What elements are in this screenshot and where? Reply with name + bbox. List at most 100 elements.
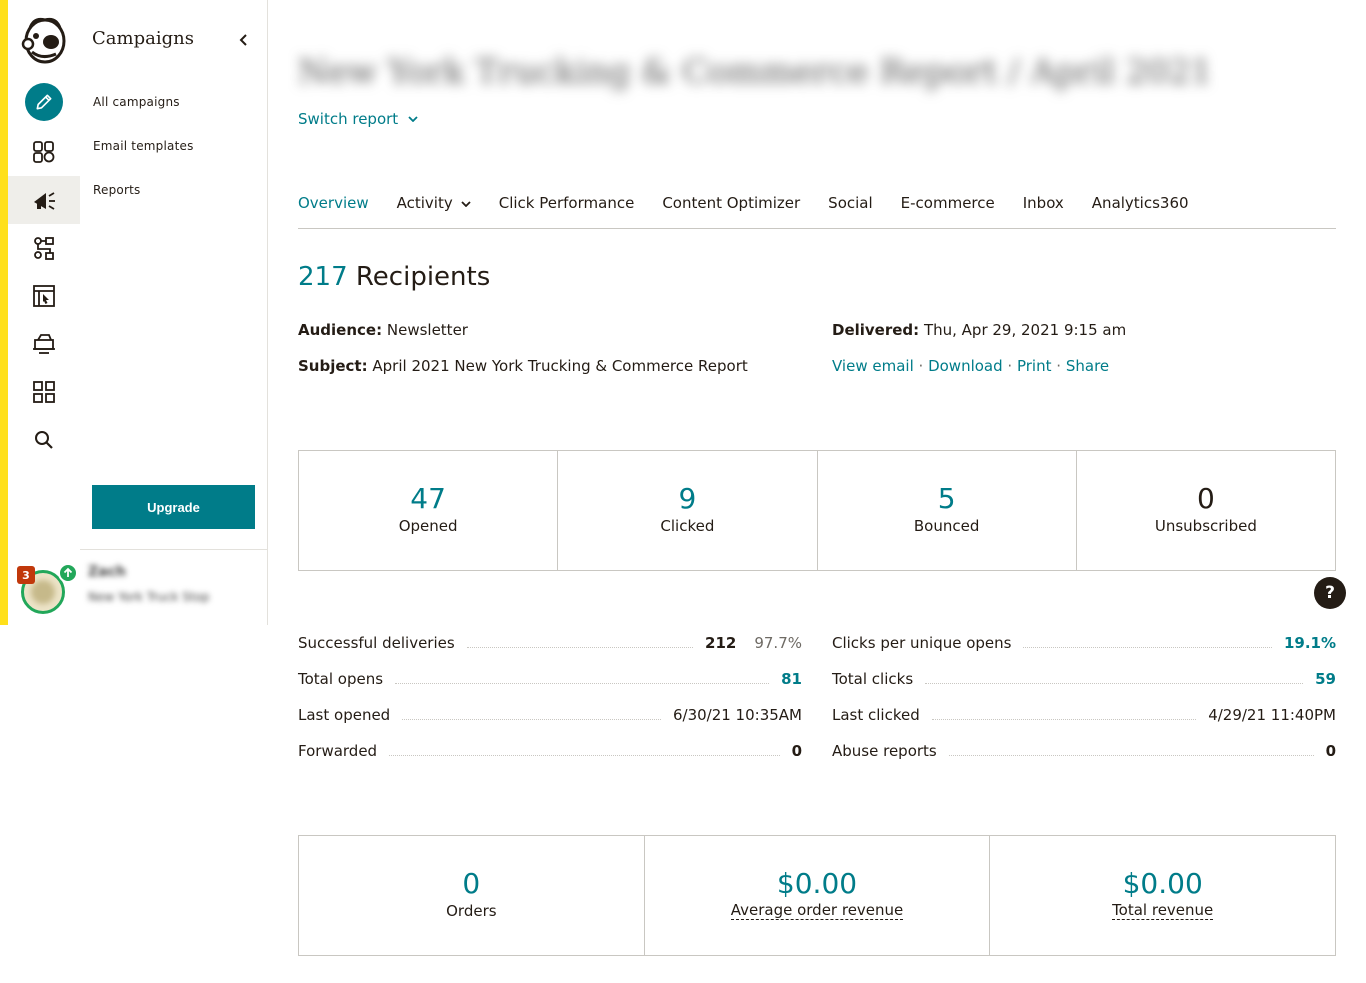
stat-label: Bounced (913, 516, 980, 535)
help-button[interactable]: ? (1314, 577, 1346, 609)
stat-total-revenue: $0.00 Total revenue (990, 836, 1335, 955)
delivered-label: Delivered: (832, 321, 920, 339)
pencil-icon (36, 94, 52, 110)
stat-label: Unsubscribed (1154, 516, 1257, 535)
subnav-title: Campaigns (92, 28, 194, 49)
detail-key: Abuse reports (832, 742, 937, 760)
dotted-leader (466, 646, 694, 648)
share-link[interactable]: Share (1066, 357, 1109, 375)
account-org: New York Truck Stop (88, 590, 210, 604)
search-icon (35, 431, 53, 449)
recipients-label: Recipients (355, 262, 491, 292)
dotted-leader (389, 754, 780, 756)
detail-value: 4/29/21 11:40PM (1208, 706, 1336, 724)
icon-rail: 3 (0, 0, 80, 625)
detail-key: Successful deliveries (298, 634, 455, 652)
subject-row: Subject: April 2021 New York Trucking & … (298, 357, 748, 375)
stat-label: Opened (398, 516, 458, 535)
ecommerce-stats: 0 Orders $0.00 Average order revenue $0.… (298, 835, 1336, 956)
detail-value[interactable]: 59 (1315, 670, 1336, 688)
detail-key: Total opens (298, 670, 384, 688)
nav-search[interactable] (8, 416, 80, 464)
detail-forwarded: Forwarded 0 (298, 741, 802, 761)
tab-inbox[interactable]: Inbox (1023, 194, 1064, 228)
arrow-up-icon (58, 563, 78, 583)
tab-overview[interactable]: Overview (298, 194, 369, 228)
nav-audience[interactable] (8, 128, 80, 176)
account-avatar-button[interactable]: 3 (17, 563, 78, 616)
view-email-link[interactable]: View email (832, 357, 914, 375)
stat-unsubscribed: 0 Unsubscribed (1077, 451, 1335, 570)
collapse-nav-button[interactable] (234, 30, 252, 50)
nav-campaigns[interactable] (8, 176, 80, 224)
upgrade-button[interactable]: Upgrade (92, 485, 255, 529)
audience-label: Audience: (298, 321, 383, 339)
dotted-leader (1023, 646, 1272, 648)
nav-integrations[interactable] (8, 368, 80, 416)
detail-key: Last clicked (832, 706, 920, 724)
stat-label-tooltip[interactable]: Average order revenue (730, 902, 904, 920)
detail-value: 0 (791, 742, 802, 760)
automations-icon (34, 237, 54, 260)
report-main: New York Trucking & Commerce Report / Ap… (298, 0, 1346, 983)
stat-value: 47 (410, 482, 446, 516)
stat-label: Clicked (660, 516, 715, 535)
subnav-item-all-campaigns[interactable]: All campaigns (93, 95, 180, 109)
stat-value: 0 (1196, 482, 1215, 516)
detail-key: Total clicks (832, 670, 914, 688)
tab-analytics360[interactable]: Analytics360 (1092, 194, 1189, 228)
dotted-leader (931, 718, 1197, 720)
delivered-value: Thu, Apr 29, 2021 9:15 am (923, 321, 1127, 339)
nav-content[interactable] (8, 320, 80, 368)
dotted-leader (925, 682, 1304, 684)
switch-report-dropdown[interactable]: Switch report (298, 110, 418, 128)
stat-label-tooltip[interactable]: Total revenue (1112, 902, 1214, 920)
website-icon (33, 285, 55, 307)
subnav-item-email-templates[interactable]: Email templates (93, 139, 194, 153)
mailchimp-logo-icon[interactable] (20, 14, 70, 66)
stat-value: 0 (462, 867, 481, 901)
stat-label: Orders (446, 901, 497, 920)
detail-value: 212 (705, 634, 737, 652)
detail-value: 19.1% (1283, 634, 1336, 652)
detail-value: 6/30/21 10:35AM (672, 706, 802, 724)
nav-website[interactable] (8, 272, 80, 320)
separator: · (1007, 357, 1013, 375)
report-tabs: Overview Activity Click Performance Cont… (298, 194, 1336, 229)
tab-ecommerce[interactable]: E-commerce (901, 194, 995, 228)
nav-automations[interactable] (8, 224, 80, 272)
stat-bounced: 5 Bounced (818, 451, 1077, 570)
detail-value[interactable]: 81 (781, 670, 802, 688)
stat-value: $0.00 (776, 867, 858, 901)
tab-social[interactable]: Social (828, 194, 872, 228)
detail-clicks-per-unique-opens: Clicks per unique opens 19.1% (832, 633, 1336, 653)
account-name[interactable]: Zach (88, 564, 126, 580)
divider (80, 549, 267, 550)
campaigns-subnav: Campaigns All campaigns Email templates … (80, 0, 268, 625)
detail-value: 0 (1325, 742, 1336, 760)
tab-activity[interactable]: Activity (397, 194, 471, 228)
create-button[interactable] (25, 83, 63, 121)
audience-icon (33, 141, 55, 163)
separator: · (1056, 357, 1062, 375)
detail-successful-deliveries: Successful deliveries 212 97.7% (298, 633, 802, 653)
detail-key: Forwarded (298, 742, 378, 760)
delivered-row: Delivered: Thu, Apr 29, 2021 9:15 am (832, 321, 1126, 339)
dotted-leader (402, 718, 661, 720)
detail-total-opens: Total opens 81 (298, 669, 802, 689)
audience-value: Newsletter (386, 321, 468, 339)
tab-click-performance[interactable]: Click Performance (499, 194, 635, 228)
download-link[interactable]: Download (928, 357, 1003, 375)
print-link[interactable]: Print (1017, 357, 1052, 375)
tab-content-optimizer[interactable]: Content Optimizer (662, 194, 800, 228)
stat-opened: 47 Opened (299, 451, 559, 570)
campaigns-megaphone-icon (34, 192, 55, 210)
recipients-heading: 217 Recipients (298, 262, 490, 292)
subnav-item-reports[interactable]: Reports (93, 183, 140, 197)
stat-value: 5 (937, 482, 956, 516)
detail-key: Clicks per unique opens (832, 634, 1012, 652)
stat-clicked: 9 Clicked (558, 451, 818, 570)
stat-average-order-revenue: $0.00 Average order revenue (645, 836, 991, 955)
audience-row: Audience: Newsletter (298, 321, 468, 339)
subject-value: April 2021 New York Trucking & Commerce … (372, 357, 748, 375)
